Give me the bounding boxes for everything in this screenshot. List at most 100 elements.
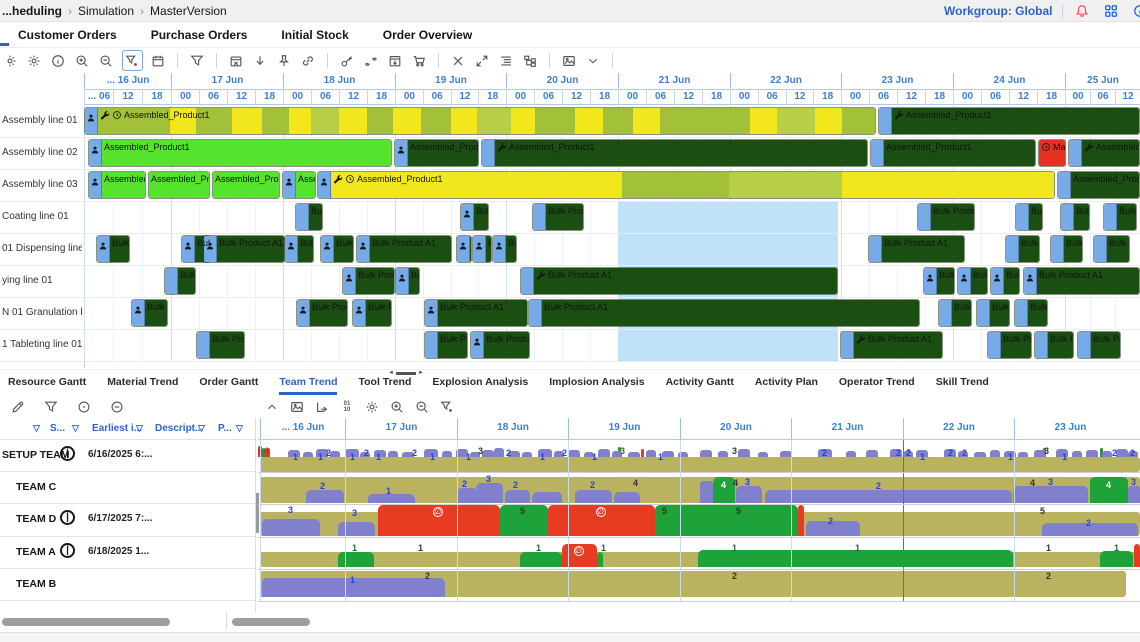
tab-operator-trend[interactable]: Operator Trend: [839, 371, 915, 395]
load-block[interactable]: [628, 452, 640, 457]
gantt-bar[interactable]: Assembled_Product1: [84, 107, 876, 135]
tab-customer-orders[interactable]: Customer Orders: [18, 28, 117, 42]
funnel-icon[interactable]: [189, 52, 206, 69]
load-block[interactable]: [568, 450, 580, 457]
column-header[interactable]: P...: [218, 423, 232, 434]
overload-block[interactable]: [641, 449, 644, 457]
filter-icon[interactable]: ▽: [33, 423, 40, 434]
load-block[interactable]: [1086, 450, 1098, 457]
info-icon[interactable]: [1131, 3, 1140, 20]
chevron-up-icon[interactable]: [264, 398, 281, 415]
column-header[interactable]: Descript...: [155, 423, 203, 434]
gantt-bar[interactable]: Bulk Product A1: [131, 299, 168, 327]
gear-icon[interactable]: [364, 398, 381, 415]
tab-explosion-analysis[interactable]: Explosion Analysis: [432, 371, 528, 395]
load-block[interactable]: [1072, 451, 1082, 457]
gantt-bar[interactable]: Assembled_Product1: [88, 139, 392, 167]
gantt-bar[interactable]: Bulk Product A1: [492, 235, 517, 263]
resource-label[interactable]: Assembly line 01: [2, 115, 82, 126]
gantt-bar[interactable]: Bulk Product A1: [395, 267, 420, 295]
filter-icon[interactable]: ▽: [136, 423, 143, 434]
gantt-bar[interactable]: Bulk Product A1: [1014, 299, 1048, 327]
resource-label[interactable]: ying line 01: [2, 275, 82, 286]
gantt-bar[interactable]: Bulk Product A1: [1023, 267, 1140, 295]
filter-icon[interactable]: ▽: [236, 423, 243, 434]
load-block[interactable]: [758, 452, 768, 457]
team-row[interactable]: TEAM B: [0, 569, 255, 601]
paint-filter-icon[interactable]: [439, 398, 456, 415]
ok-block[interactable]: [1100, 551, 1133, 567]
load-block[interactable]: [458, 488, 476, 503]
tree-icon[interactable]: [522, 52, 539, 69]
load-block[interactable]: [736, 486, 762, 503]
load-block[interactable]: [765, 490, 1012, 503]
tab-skill-trend[interactable]: Skill Trend: [936, 371, 989, 395]
tab-order-gantt[interactable]: Order Gantt: [199, 371, 258, 395]
resource-label[interactable]: Assembly line 03: [2, 179, 82, 190]
load-block[interactable]: [700, 450, 712, 457]
load-block[interactable]: [388, 451, 398, 457]
resource-label[interactable]: Coating line 01: [2, 211, 82, 222]
image-icon[interactable]: [561, 52, 578, 69]
pencil-icon[interactable]: [10, 398, 27, 415]
info-icon[interactable]: [50, 52, 67, 69]
gantt-bar[interactable]: Bulk Product A1: [424, 331, 468, 359]
tab-resource-gantt[interactable]: Resource Gantt: [8, 371, 86, 395]
load-block[interactable]: [866, 450, 878, 457]
load-block[interactable]: [598, 449, 610, 457]
gantt-bar[interactable]: Bulk Product A1: [1077, 331, 1121, 359]
circle-plus-icon[interactable]: [76, 398, 93, 415]
chevron-down-icon[interactable]: [585, 52, 602, 69]
measure-icon[interactable]: [363, 52, 380, 69]
team-row[interactable]: TEAM A|6/18/2025 1...: [0, 537, 255, 569]
load-block[interactable]: [1013, 486, 1088, 503]
gantt-bar[interactable]: Bulk Product A1: [1050, 235, 1083, 263]
tab-material-trend[interactable]: Material Trend: [107, 371, 178, 395]
load-block[interactable]: [614, 492, 640, 503]
load-block[interactable]: [303, 452, 313, 457]
gantt-bar[interactable]: Bulk Product A1: [990, 267, 1020, 295]
app-switcher-grid-icon[interactable]: [1102, 3, 1119, 20]
gantt-bar[interactable]: Bulk Product A1: [957, 267, 988, 295]
indent-list-icon[interactable]: [498, 52, 515, 69]
load-block[interactable]: [262, 519, 320, 536]
load-block[interactable]: [990, 450, 1000, 457]
gantt-bar[interactable]: Bulk Product A1: [1103, 203, 1137, 231]
load-block[interactable]: [662, 451, 674, 457]
gantt-bar[interactable]: Bulk Product A1: [295, 203, 323, 231]
team-row[interactable]: TEAM C: [0, 472, 255, 504]
gear-cut-icon[interactable]: [2, 52, 19, 69]
gantt-bar[interactable]: Bulk Product A1: [352, 299, 392, 327]
scroll-left-icon[interactable]: ◄: [388, 371, 394, 376]
gantt-bar[interactable]: Assembled_Product1: [212, 171, 280, 199]
load-block[interactable]: [1018, 452, 1028, 457]
overload-block[interactable]: [798, 505, 804, 536]
paint-filter-icon[interactable]: [122, 50, 143, 71]
breadcrumb-segment[interactable]: Simulation: [78, 4, 134, 18]
gantt-bar[interactable]: Bulk Product A1: [296, 299, 348, 327]
gantt-bar[interactable]: Bulk Product A1: [203, 235, 285, 263]
zoom-out-icon[interactable]: [414, 398, 431, 415]
circle-minus-icon[interactable]: [109, 398, 126, 415]
gantt-bar[interactable]: Assembled_Product1: [481, 139, 868, 167]
zoom-in-icon[interactable]: [389, 398, 406, 415]
gantt-bar[interactable]: Bulk Product A1: [532, 203, 584, 231]
calendar-icon[interactable]: [150, 52, 167, 69]
gantt-bar[interactable]: Bulk Product A1: [470, 331, 530, 359]
gantt-bar[interactable]: Assembled_Product1: [317, 171, 1055, 199]
gantt-bar[interactable]: Assembled_Product1: [282, 171, 316, 199]
overload-block[interactable]: [1134, 544, 1140, 567]
ok-block[interactable]: [597, 552, 603, 567]
gantt-bar[interactable]: Bulk Product A1: [284, 235, 314, 263]
resource-label[interactable]: Assembly line 02: [2, 147, 82, 158]
breadcrumb[interactable]: ...heduling›Simulation›MasterVersion: [0, 4, 227, 18]
workgroup-label[interactable]: Workgroup: Global: [944, 4, 1052, 18]
load-block[interactable]: [974, 452, 986, 457]
gantt-bar[interactable]: Bulk Product A1: [923, 267, 955, 295]
gantt-bar[interactable]: Bulk Product A1: [868, 235, 965, 263]
gantt-bar[interactable]: Bulk Product A1: [1015, 203, 1043, 231]
tab-implosion-analysis[interactable]: Implosion Analysis: [549, 371, 644, 395]
gantt-bar[interactable]: Bulk Product A1: [472, 235, 492, 263]
gantt-bar[interactable]: Bulk Product A1: [96, 235, 130, 263]
zoom-out-icon[interactable]: [98, 52, 115, 69]
